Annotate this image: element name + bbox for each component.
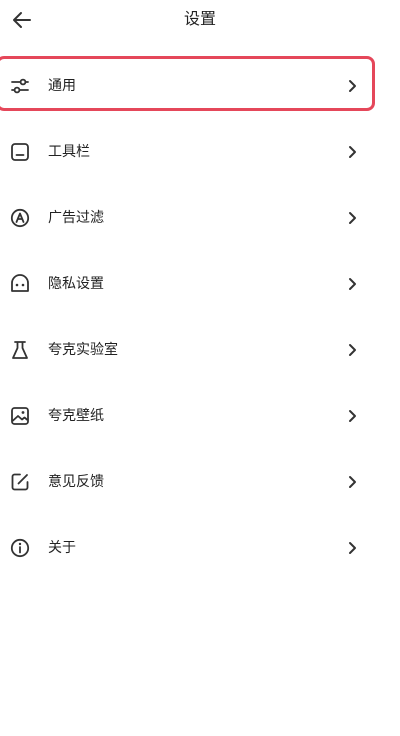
chevron-right-icon [349, 410, 356, 422]
chevron-right-icon [349, 476, 356, 488]
toolbar-icon [8, 140, 32, 164]
menu-item-label: 夸克实验室 [48, 342, 118, 358]
menu-item-ad-filter[interactable]: 广告过滤 [0, 184, 400, 250]
menu-item-lab[interactable]: 夸克实验室 [0, 316, 400, 382]
menu-item-label: 夸克壁纸 [48, 408, 104, 424]
chevron-right-icon [349, 212, 356, 224]
privacy-icon [8, 272, 32, 296]
menu-item-label: 工具栏 [48, 144, 90, 160]
flask-icon [8, 338, 32, 362]
menu-item-privacy[interactable]: 隐私设置 [0, 250, 400, 316]
menu-item-label: 关于 [48, 540, 76, 556]
menu-item-label: 广告过滤 [48, 210, 104, 226]
menu-item-wallpaper[interactable]: 夸克壁纸 [0, 382, 400, 448]
menu-item-label: 通用 [48, 78, 76, 94]
settings-menu: 通用 工具栏 广告过滤 隐私设置 夸克实验室 夸克壁纸 意见反馈 关于 [0, 52, 400, 580]
menu-item-label: 意见反馈 [48, 474, 104, 490]
chevron-right-icon [349, 278, 356, 290]
menu-item-general[interactable]: 通用 [0, 52, 400, 118]
page-title: 设置 [183, 9, 216, 28]
feedback-icon [8, 470, 32, 494]
menu-item-about[interactable]: 关于 [0, 514, 400, 580]
menu-item-label: 隐私设置 [48, 276, 104, 292]
header-bar: 设置 [0, 0, 400, 40]
info-icon [8, 536, 32, 560]
ad-filter-icon [8, 206, 32, 230]
chevron-right-icon [349, 542, 356, 554]
settings-page: 设置 通用 工具栏 广告过滤 隐私设置 夸克实验室 夸克壁纸 意见反馈 关于 [0, 0, 400, 736]
menu-item-feedback[interactable]: 意见反馈 [0, 448, 400, 514]
menu-item-toolbar[interactable]: 工具栏 [0, 118, 400, 184]
chevron-right-icon [349, 80, 356, 92]
wallpaper-icon [8, 404, 32, 428]
sliders-icon [8, 74, 32, 98]
chevron-right-icon [349, 146, 356, 158]
chevron-right-icon [349, 344, 356, 356]
